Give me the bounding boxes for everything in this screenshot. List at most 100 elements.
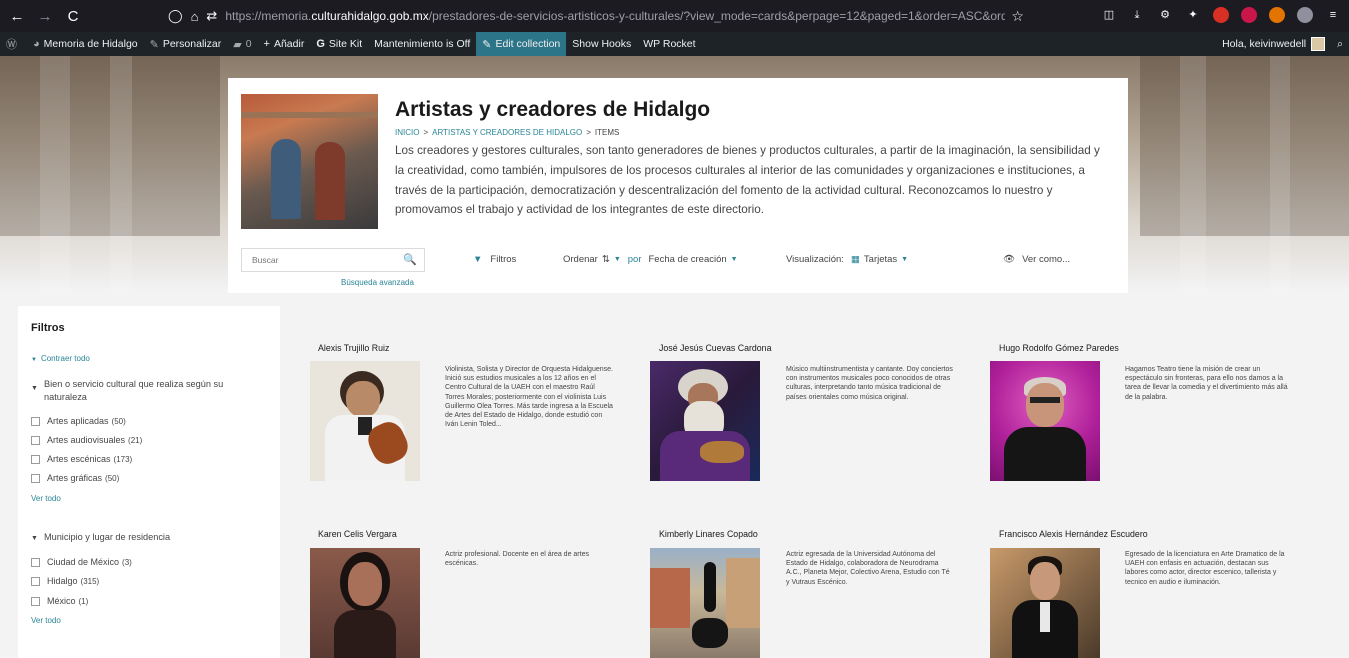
sort-order-caret-icon[interactable]: ▼ <box>614 256 621 263</box>
filter-option-label: México <box>47 596 76 606</box>
filter-option[interactable]: Artes audiovisuales (21) <box>31 435 142 445</box>
filter-group-municipality[interactable]: ▼ Municipio y lugar de residencia <box>31 531 251 545</box>
customize-label: Personalizar <box>162 38 222 50</box>
extension-gear-icon[interactable]: ⚙ <box>1157 7 1173 23</box>
admin-edit-collection[interactable]: ✎ Edit collection <box>476 32 567 56</box>
filter-group-nature[interactable]: ▼ Bien o servicio cultural que realiza s… <box>31 378 251 404</box>
admin-wp-rocket[interactable]: WP Rocket <box>637 32 701 56</box>
edit-collection-label: Edit collection <box>495 38 561 50</box>
plus-icon: + <box>263 38 270 50</box>
item-title[interactable]: Francisco Alexis Hernández Escudero <box>999 529 1148 539</box>
checkbox[interactable] <box>31 596 40 606</box>
admin-customize[interactable]: ✎ Personalizar <box>144 32 228 56</box>
url-text[interactable]: https://memoria.culturahidalgo.gob.mx/pr… <box>225 9 1005 23</box>
filter-option-count: (173) <box>113 454 133 464</box>
filters-sidebar: Filtros ▼ Contraer todo ▼ Bien o servicio… <box>18 306 280 658</box>
admin-site-kit[interactable]: G Site Kit <box>310 32 368 56</box>
sort-control: Ordenar ⇅ ▼ por Fecha de creación ▼ <box>563 254 738 265</box>
view-mode-select[interactable]: Tarjetas <box>864 254 897 265</box>
pocket-icon[interactable]: ◫ <box>1101 7 1117 23</box>
checkbox[interactable] <box>31 454 40 464</box>
lock-icon[interactable]: ⌂ <box>191 9 199 24</box>
item-thumbnail[interactable] <box>650 548 760 658</box>
checkbox[interactable] <box>31 416 40 426</box>
checkbox[interactable] <box>31 557 40 567</box>
filter-option-count: (21) <box>128 435 143 445</box>
wordpress-logo-icon[interactable]: Ⓦ <box>0 32 27 56</box>
filter-group-label: Bien o servicio cultural que realiza seg… <box>44 379 224 402</box>
breadcrumb-separator: > <box>586 128 591 137</box>
downloads-icon[interactable]: ⤓ <box>1129 7 1145 23</box>
see-all-link[interactable]: Ver todo <box>31 616 61 625</box>
checkbox[interactable] <box>31 473 40 483</box>
filter-option[interactable]: Artes escénicas (173) <box>31 454 132 464</box>
filter-option[interactable]: Hidalgo (315) <box>31 576 99 586</box>
extension-orange-icon[interactable] <box>1269 7 1285 23</box>
filter-option-label: Ciudad de México <box>47 557 120 567</box>
breadcrumb-home[interactable]: INICIO <box>395 128 419 137</box>
filters-button[interactable]: ▼ Filtros <box>473 254 516 265</box>
filter-option[interactable]: Ciudad de México (3) <box>31 557 132 567</box>
item-title[interactable]: Hugo Rodolfo Gómez Paredes <box>999 343 1119 353</box>
admin-maintenance[interactable]: Mantenimiento is Off <box>368 32 476 56</box>
filter-option-count: (315) <box>80 576 100 586</box>
google-g-icon: G <box>316 38 325 50</box>
admin-show-hooks[interactable]: Show Hooks <box>566 32 637 56</box>
item-title[interactable]: José Jesús Cuevas Cardona <box>659 343 771 353</box>
filter-option[interactable]: México (1) <box>31 596 88 606</box>
filter-option[interactable]: Artes gráficas (50) <box>31 473 119 483</box>
address-bar[interactable]: ◯ ⌂ ⇄ https://memoria.culturahidalgo.gob… <box>168 4 1036 28</box>
avatar <box>1311 37 1326 51</box>
item-description: Actriz profesional. Docente en el área d… <box>445 551 589 568</box>
permissions-icon[interactable]: ⇄ <box>206 8 217 24</box>
admin-search-icon[interactable]: ⌕ <box>1331 32 1349 56</box>
extensions-puzzle-icon[interactable]: ✦ <box>1185 7 1201 23</box>
view-mode-caret-icon[interactable]: ▼ <box>901 256 908 263</box>
item-title[interactable]: Kimberly Linares Copado <box>659 529 758 539</box>
sort-field-select[interactable]: Fecha de creación <box>649 254 727 265</box>
filter-option[interactable]: Artes aplicadas (50) <box>31 416 126 426</box>
collection-thumbnail <box>241 94 378 229</box>
item-title[interactable]: Alexis Trujillo Ruiz <box>318 343 389 353</box>
admin-add-new[interactable]: + Añadir <box>258 32 311 56</box>
reload-button[interactable]: C <box>62 8 84 25</box>
extensions-area: ◫ ⤓ ⚙ ✦ ≡ <box>1101 7 1341 23</box>
search-box: 🔍 <box>241 248 425 272</box>
item-thumbnail[interactable] <box>990 548 1100 658</box>
sort-order-icon[interactable]: ⇅ <box>602 254 610 265</box>
filter-option-count: (50) <box>105 473 120 483</box>
ublock-icon[interactable] <box>1241 7 1257 23</box>
search-input[interactable] <box>252 255 402 265</box>
brush-icon: ✎ <box>149 38 159 51</box>
collapse-all-toggle[interactable]: ▼ Contraer todo <box>31 354 90 363</box>
breadcrumb-collection[interactable]: ARTISTAS Y CREADORES DE HIDALGO <box>432 128 582 137</box>
grid-icon[interactable]: ▦ <box>851 254 860 265</box>
admin-comments[interactable]: ▰ 0 <box>227 32 257 56</box>
item-thumbnail[interactable] <box>310 361 420 481</box>
account-icon[interactable] <box>1297 7 1313 23</box>
checkbox[interactable] <box>31 435 40 445</box>
caret-down-icon: ▼ <box>31 385 38 392</box>
adblock-icon[interactable] <box>1213 7 1229 23</box>
filters-title: Filtros <box>31 322 65 334</box>
admin-account[interactable]: Hola, keivinwedell <box>1216 32 1331 56</box>
advanced-search-link[interactable]: Búsqueda avanzada <box>341 278 414 287</box>
back-button[interactable]: ← <box>6 8 28 25</box>
item-title[interactable]: Karen Celis Vergara <box>318 529 397 539</box>
sort-field-caret-icon[interactable]: ▼ <box>731 256 738 263</box>
shield-icon[interactable]: ◯ <box>168 8 183 24</box>
breadcrumb-separator: > <box>423 128 429 137</box>
forward-button[interactable]: → <box>34 8 56 25</box>
item-thumbnail[interactable] <box>990 361 1100 481</box>
filter-option-label: Artes aplicadas <box>47 416 109 426</box>
search-icon[interactable]: 🔍 <box>403 253 417 266</box>
filter-group-label: Municipio y lugar de residencia <box>43 532 171 542</box>
item-thumbnail[interactable] <box>650 361 760 481</box>
checkbox[interactable] <box>31 576 40 586</box>
admin-site-name[interactable]: ◕ Memoria de Hidalgo <box>27 32 144 56</box>
menu-icon[interactable]: ≡ <box>1325 7 1341 23</box>
bookmark-star-icon[interactable]: ☆ <box>1011 8 1024 25</box>
view-as-button[interactable]: 👁 Ver como... <box>1003 254 1070 265</box>
item-thumbnail[interactable] <box>310 548 420 658</box>
see-all-link[interactable]: Ver todo <box>31 494 61 503</box>
